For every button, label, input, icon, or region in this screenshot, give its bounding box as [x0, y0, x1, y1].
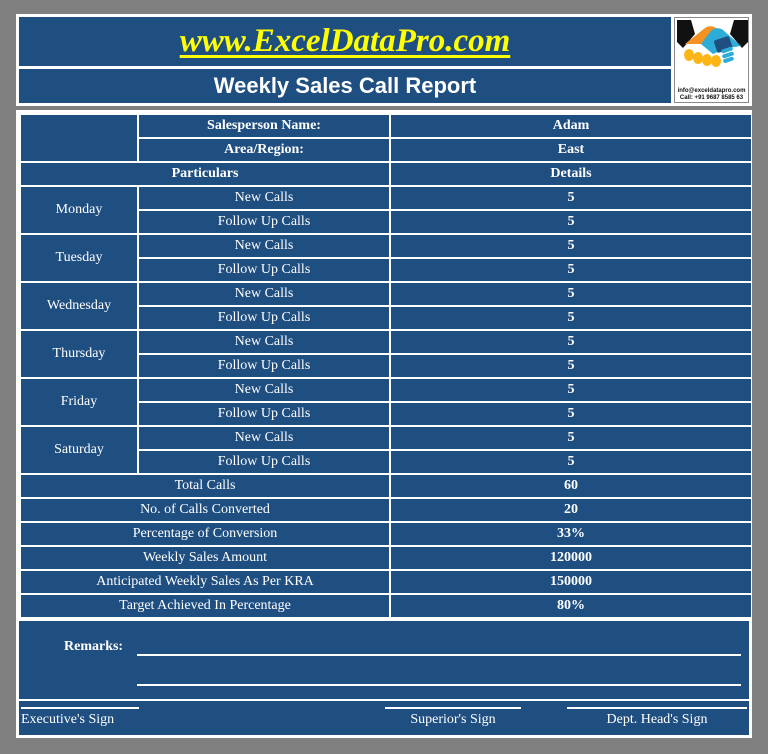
remarks-section: Remarks: — [19, 621, 749, 699]
signature-section: Executive's Sign Superior's Sign Dept. H… — [19, 701, 749, 735]
company-logo: info@exceldatapro.com Call: +91 9687 858… — [674, 17, 749, 103]
call-count-value[interactable]: 5 — [391, 187, 751, 209]
call-count-value[interactable]: 5 — [391, 403, 751, 425]
page-title: Weekly Sales Call Report — [213, 73, 477, 98]
signature-superior[interactable]: Superior's Sign — [385, 707, 521, 728]
call-type-label: Follow Up Calls — [139, 403, 389, 425]
table-row: Thursday New Calls 5 — [21, 331, 751, 377]
day-label-tuesday: Tuesday — [21, 235, 137, 281]
summary-row-calls-converted: No. of Calls Converted 20 — [21, 499, 751, 521]
report-table: Salesperson Name: Adam Area/Region: East… — [19, 113, 753, 619]
table-row-column-headers: Particulars Details — [21, 163, 751, 185]
day-label-friday: Friday — [21, 379, 137, 425]
call-type-label: Follow Up Calls — [139, 259, 389, 281]
call-count-value[interactable]: 5 — [391, 451, 751, 473]
summary-value[interactable]: 20 — [391, 499, 751, 521]
call-count-value[interactable]: 5 — [391, 307, 751, 329]
call-count-value[interactable]: 5 — [391, 355, 751, 377]
summary-value[interactable]: 80% — [391, 595, 751, 617]
call-type-label: Follow Up Calls — [139, 451, 389, 473]
summary-label: Weekly Sales Amount — [21, 547, 389, 569]
region-value[interactable]: East — [391, 139, 751, 161]
table-row: Friday New Calls 5 — [21, 379, 751, 425]
call-type-label: New Calls — [139, 331, 389, 353]
call-count-value[interactable]: 5 — [391, 427, 751, 449]
call-type-label: New Calls — [139, 283, 389, 305]
table-row: Monday New Calls 5 — [21, 187, 751, 233]
signature-executive[interactable]: Executive's Sign — [21, 707, 139, 728]
call-count-value[interactable]: 5 — [391, 331, 751, 353]
call-type-label: New Calls — [139, 427, 389, 449]
table-row: Wednesday New Calls 5 — [21, 283, 751, 329]
signature-label: Executive's Sign — [21, 712, 115, 727]
day-label-monday: Monday — [21, 187, 137, 233]
day-label-wednesday: Wednesday — [21, 283, 137, 329]
summary-row-conversion-percentage: Percentage of Conversion 33% — [21, 523, 751, 545]
summary-value[interactable]: 120000 — [391, 547, 751, 569]
summary-label: Percentage of Conversion — [21, 523, 389, 545]
website-banner: www.ExcelDataPro.com — [19, 17, 671, 66]
table-row: Tuesday New Calls 5 — [21, 235, 751, 281]
call-type-label: New Calls — [139, 235, 389, 257]
website-link[interactable]: www.ExcelDataPro.com — [180, 23, 511, 60]
summary-value[interactable]: 60 — [391, 475, 751, 497]
summary-label: Total Calls — [21, 475, 389, 497]
table-row-salesperson: Salesperson Name: Adam — [21, 115, 751, 161]
signature-dept-head[interactable]: Dept. Head's Sign — [567, 707, 747, 728]
report-header: www.ExcelDataPro.com Weekly Sales Call R… — [16, 14, 752, 106]
remarks-label: Remarks: — [64, 639, 124, 654]
summary-row-anticipated-sales: Anticipated Weekly Sales As Per KRA 1500… — [21, 571, 751, 593]
logo-phone: Call: +91 9687 8585 63 — [679, 94, 744, 101]
summary-value[interactable]: 150000 — [391, 571, 751, 593]
summary-value[interactable]: 33% — [391, 523, 751, 545]
spacer-cell — [21, 115, 137, 161]
summary-label: No. of Calls Converted — [21, 499, 389, 521]
call-type-label: Follow Up Calls — [139, 355, 389, 377]
table-row: Saturday New Calls 5 — [21, 427, 751, 473]
day-label-saturday: Saturday — [21, 427, 137, 473]
report-page: www.ExcelDataPro.com Weekly Sales Call R… — [16, 14, 752, 738]
remarks-line-2[interactable] — [137, 684, 741, 686]
call-type-label: Follow Up Calls — [139, 211, 389, 233]
column-header-details: Details — [391, 163, 751, 185]
call-count-value[interactable]: 5 — [391, 235, 751, 257]
salesperson-label: Salesperson Name: — [139, 115, 389, 137]
logo-email: info@exceldatapro.com — [677, 88, 746, 95]
report-sheet: Salesperson Name: Adam Area/Region: East… — [16, 110, 752, 738]
summary-row-target-achieved: Target Achieved In Percentage 80% — [21, 595, 751, 617]
header-title-stack: www.ExcelDataPro.com Weekly Sales Call R… — [19, 17, 671, 103]
call-count-value[interactable]: 5 — [391, 283, 751, 305]
logo-contact-info: info@exceldatapro.com Call: +91 9687 858… — [675, 88, 748, 101]
signature-label: Dept. Head's Sign — [606, 712, 708, 727]
handshake-icon — [675, 18, 748, 74]
signature-line — [567, 707, 747, 709]
day-label-thursday: Thursday — [21, 331, 137, 377]
call-count-value[interactable]: 5 — [391, 379, 751, 401]
signature-line — [385, 707, 521, 709]
salesperson-value[interactable]: Adam — [391, 115, 751, 137]
summary-row-total-calls: Total Calls 60 — [21, 475, 751, 497]
call-type-label: New Calls — [139, 187, 389, 209]
call-type-label: Follow Up Calls — [139, 307, 389, 329]
region-label: Area/Region: — [139, 139, 389, 161]
call-count-value[interactable]: 5 — [391, 211, 751, 233]
report-title-banner: Weekly Sales Call Report — [19, 69, 671, 103]
remarks-line-1[interactable] — [137, 654, 741, 656]
signature-label: Superior's Sign — [410, 712, 496, 727]
summary-row-weekly-sales-amount: Weekly Sales Amount 120000 — [21, 547, 751, 569]
summary-label: Target Achieved In Percentage — [21, 595, 389, 617]
call-count-value[interactable]: 5 — [391, 259, 751, 281]
signature-line — [21, 707, 139, 709]
summary-label: Anticipated Weekly Sales As Per KRA — [21, 571, 389, 593]
column-header-particulars: Particulars — [21, 163, 389, 185]
call-type-label: New Calls — [139, 379, 389, 401]
